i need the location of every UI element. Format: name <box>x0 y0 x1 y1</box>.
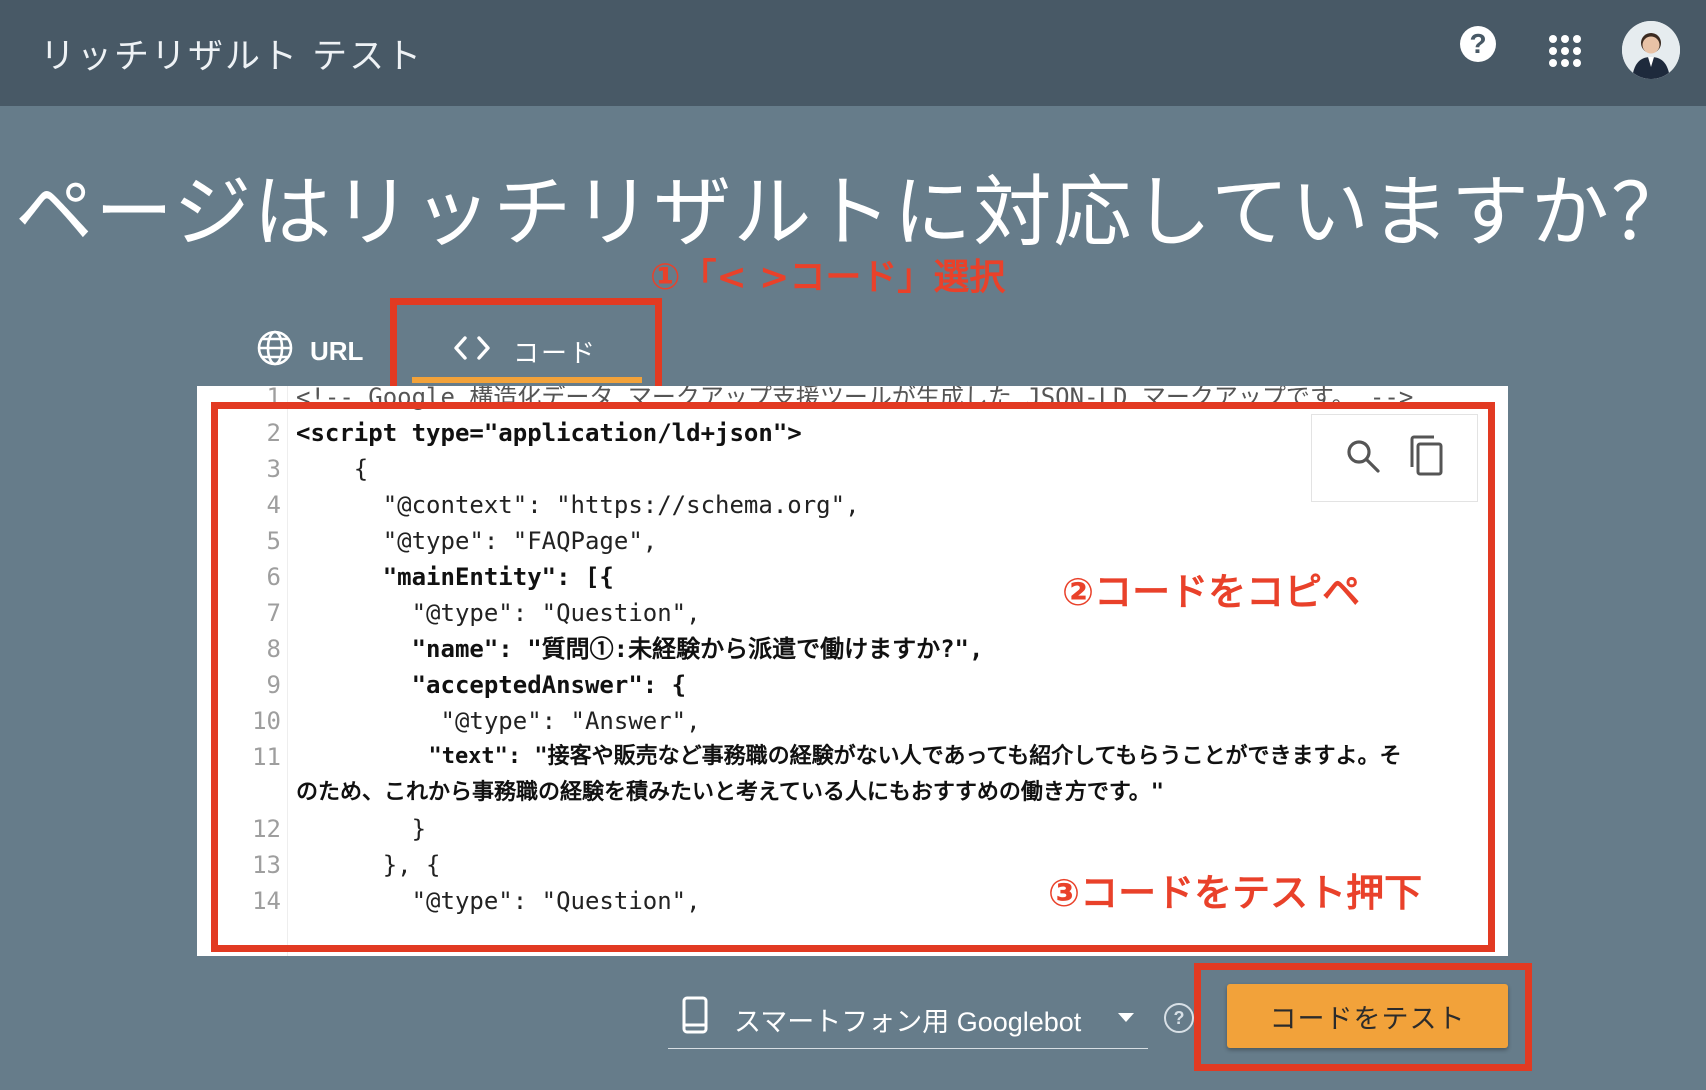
avatar[interactable] <box>1622 21 1680 79</box>
help-icon[interactable]: ? <box>1460 26 1496 62</box>
smartphone-icon <box>682 996 708 1038</box>
code-brackets-icon <box>453 335 491 368</box>
annotation-step-2: ②コードをコピペ <box>1062 570 1361 614</box>
globe-icon <box>256 329 294 374</box>
tab-url-label: URL <box>310 335 364 366</box>
chevron-down-icon <box>1118 1013 1134 1022</box>
tab-code-label: コード <box>512 338 597 369</box>
app-title: リッチリザルト テスト <box>40 37 424 77</box>
device-select-value: スマートフォン用 Googlebot <box>734 1007 1082 1037</box>
page-headline: ページはリッチリザルトに対応していますか？ <box>14 168 1692 258</box>
apps-grid-icon[interactable] <box>1549 35 1581 67</box>
top-bar: リッチリザルト テスト ? <box>0 0 1706 106</box>
help-icon[interactable]: ? <box>1164 1003 1194 1033</box>
test-code-button[interactable]: コードをテスト <box>1227 984 1508 1048</box>
annotation-step-3: ③コードをテスト押下 <box>1048 871 1423 915</box>
tab-selected-indicator <box>412 377 642 383</box>
tab-url[interactable]: URL <box>256 315 363 387</box>
device-select[interactable]: スマートフォン用 Googlebot <box>668 986 1148 1049</box>
annotation-step-1: ①「< >コード」選択 <box>650 257 1006 298</box>
